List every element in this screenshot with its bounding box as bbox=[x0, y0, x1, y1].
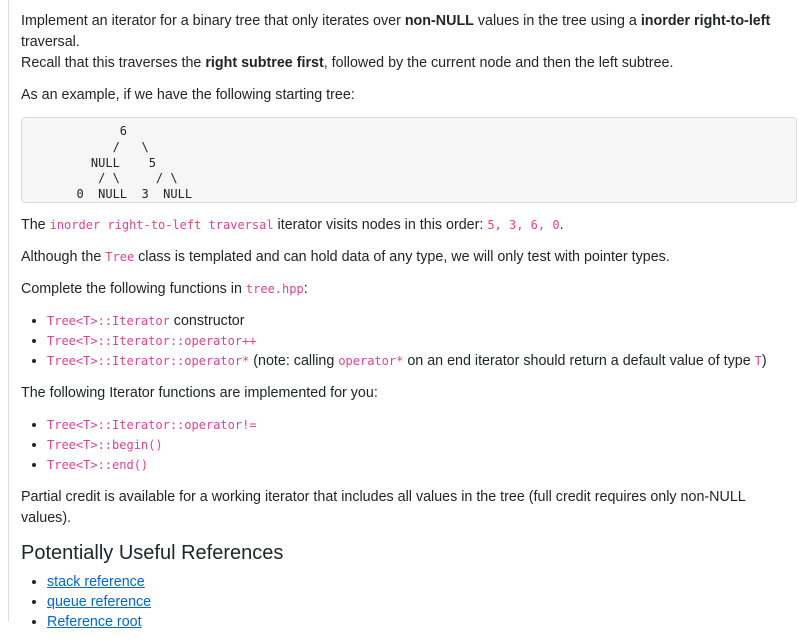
reference-root-link[interactable]: Reference root bbox=[47, 614, 142, 630]
references-heading: Potentially Useful References bbox=[21, 542, 284, 564]
text: The bbox=[21, 217, 50, 233]
text: Implement an iterator for a binary tree … bbox=[21, 13, 405, 29]
text: (note: calling bbox=[249, 353, 339, 369]
complete-paragraph: Complete the following functions in tree… bbox=[21, 279, 797, 300]
text: on an end iterator should return a defau… bbox=[403, 353, 755, 369]
list-item: Tree<T>::Iterator::operator* (note: call… bbox=[47, 351, 797, 371]
text: : bbox=[303, 281, 308, 297]
partial-credit-paragraph: Partial credit is available for a workin… bbox=[21, 489, 746, 526]
inline-code: Tree<T>::Iterator::operator++ bbox=[47, 334, 257, 348]
list-item: Reference root bbox=[47, 612, 797, 632]
list-item: Tree<T>::Iterator::operator++ bbox=[47, 331, 797, 351]
inline-code: inorder right-to-left traversal bbox=[49, 218, 274, 232]
list-item: stack reference bbox=[47, 572, 797, 592]
problem-description: Implement an iterator for a binary tree … bbox=[21, 11, 797, 644]
bold-text: right subtree first bbox=[205, 55, 324, 71]
inline-code: 5, 3, 6, 0 bbox=[487, 218, 560, 232]
inline-code: Tree<T>::begin() bbox=[47, 438, 163, 452]
left-border bbox=[8, 0, 9, 621]
queue-reference-link[interactable]: queue reference bbox=[47, 594, 151, 610]
implemented-intro: The following Iterator functions are imp… bbox=[21, 385, 378, 401]
inline-code: Tree<T>::end() bbox=[47, 458, 149, 472]
text: ) bbox=[761, 353, 767, 369]
text: class is templated and can hold data of … bbox=[134, 249, 670, 265]
inline-code: T bbox=[754, 354, 762, 368]
inline-code: Tree bbox=[105, 250, 135, 264]
bold-text: non-NULL bbox=[404, 13, 474, 29]
inline-code: Tree<T>::Iterator::operator* bbox=[47, 354, 250, 368]
text: iterator visits nodes in this order: bbox=[273, 217, 488, 233]
text: Recall that this traverses the bbox=[21, 55, 206, 71]
intro-paragraph: Implement an iterator for a binary tree … bbox=[21, 11, 797, 74]
list-item: queue reference bbox=[47, 592, 797, 612]
example-intro: As an example, if we have the following … bbox=[21, 87, 355, 103]
text: values in the tree using a bbox=[473, 13, 641, 29]
templated-paragraph: Although the Tree class is templated and… bbox=[21, 247, 797, 268]
stack-reference-link[interactable]: stack reference bbox=[47, 574, 145, 590]
bold-text: inorder right-to-left bbox=[640, 13, 771, 29]
todo-list: Tree<T>::Iterator constructor Tree<T>::I… bbox=[21, 311, 797, 371]
inline-code: tree.hpp bbox=[245, 282, 304, 296]
text: constructor bbox=[169, 313, 245, 329]
tree-code-block: 6 / \ NULL 5 / \ / \ 0 NULL 3 NULL bbox=[21, 117, 797, 203]
text: Complete the following functions in bbox=[21, 281, 246, 297]
text: traversal. bbox=[21, 34, 80, 50]
list-item: Tree<T>::Iterator::operator!= bbox=[47, 415, 797, 435]
text: Although the bbox=[21, 249, 106, 265]
inline-code: Tree<T>::Iterator bbox=[47, 314, 170, 328]
inline-code: Tree<T>::Iterator::operator!= bbox=[47, 418, 257, 432]
list-item: Tree<T>::end() bbox=[47, 455, 797, 475]
list-item: Tree<T>::Iterator constructor bbox=[47, 311, 797, 331]
list-item: Tree<T>::begin() bbox=[47, 435, 797, 455]
references-list: stack reference queue reference Referenc… bbox=[21, 572, 797, 632]
text: . bbox=[559, 217, 564, 233]
inline-code: operator* bbox=[338, 354, 404, 368]
text: , followed by the current node and then … bbox=[323, 55, 674, 71]
implemented-list: Tree<T>::Iterator::operator!= Tree<T>::b… bbox=[21, 415, 797, 475]
visits-paragraph: The inorder right-to-left traversal iter… bbox=[21, 215, 797, 236]
